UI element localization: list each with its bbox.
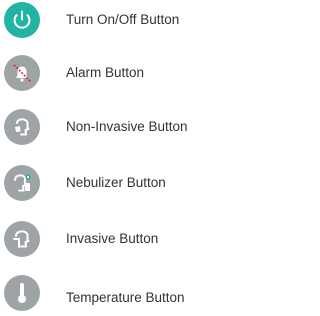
legend-label-alarm: Alarm Button (66, 65, 145, 80)
legend-row-power: Turn On/Off Button (0, 2, 244, 38)
legend-row-invasive: Invasive Button (0, 221, 244, 257)
legend-label-invasive: Invasive Button (66, 231, 159, 246)
invasive-tube-icon (4, 221, 40, 257)
legend-label-non-invasive: Non-Invasive Button (66, 119, 188, 134)
non-invasive-mask-icon (4, 109, 40, 145)
legend-row-nebulizer: Nebulizer Button (0, 165, 244, 201)
nebulizer-icon (4, 165, 40, 201)
legend-row-non-invasive: Non-Invasive Button (0, 109, 244, 145)
power-icon (4, 2, 40, 38)
legend-label-temperature: Temperature Button (66, 290, 185, 305)
button-legend: Turn On/Off Button Alarm Button Non-Inva… (0, 0, 244, 311)
alarm-bell-muted-icon (4, 55, 40, 91)
legend-label-power: Turn On/Off Button (66, 12, 180, 27)
thermometer-icon (4, 275, 40, 311)
legend-row-alarm: Alarm Button (0, 55, 244, 91)
legend-row-temperature: Temperature Button (0, 275, 244, 311)
legend-label-nebulizer: Nebulizer Button (66, 175, 166, 190)
